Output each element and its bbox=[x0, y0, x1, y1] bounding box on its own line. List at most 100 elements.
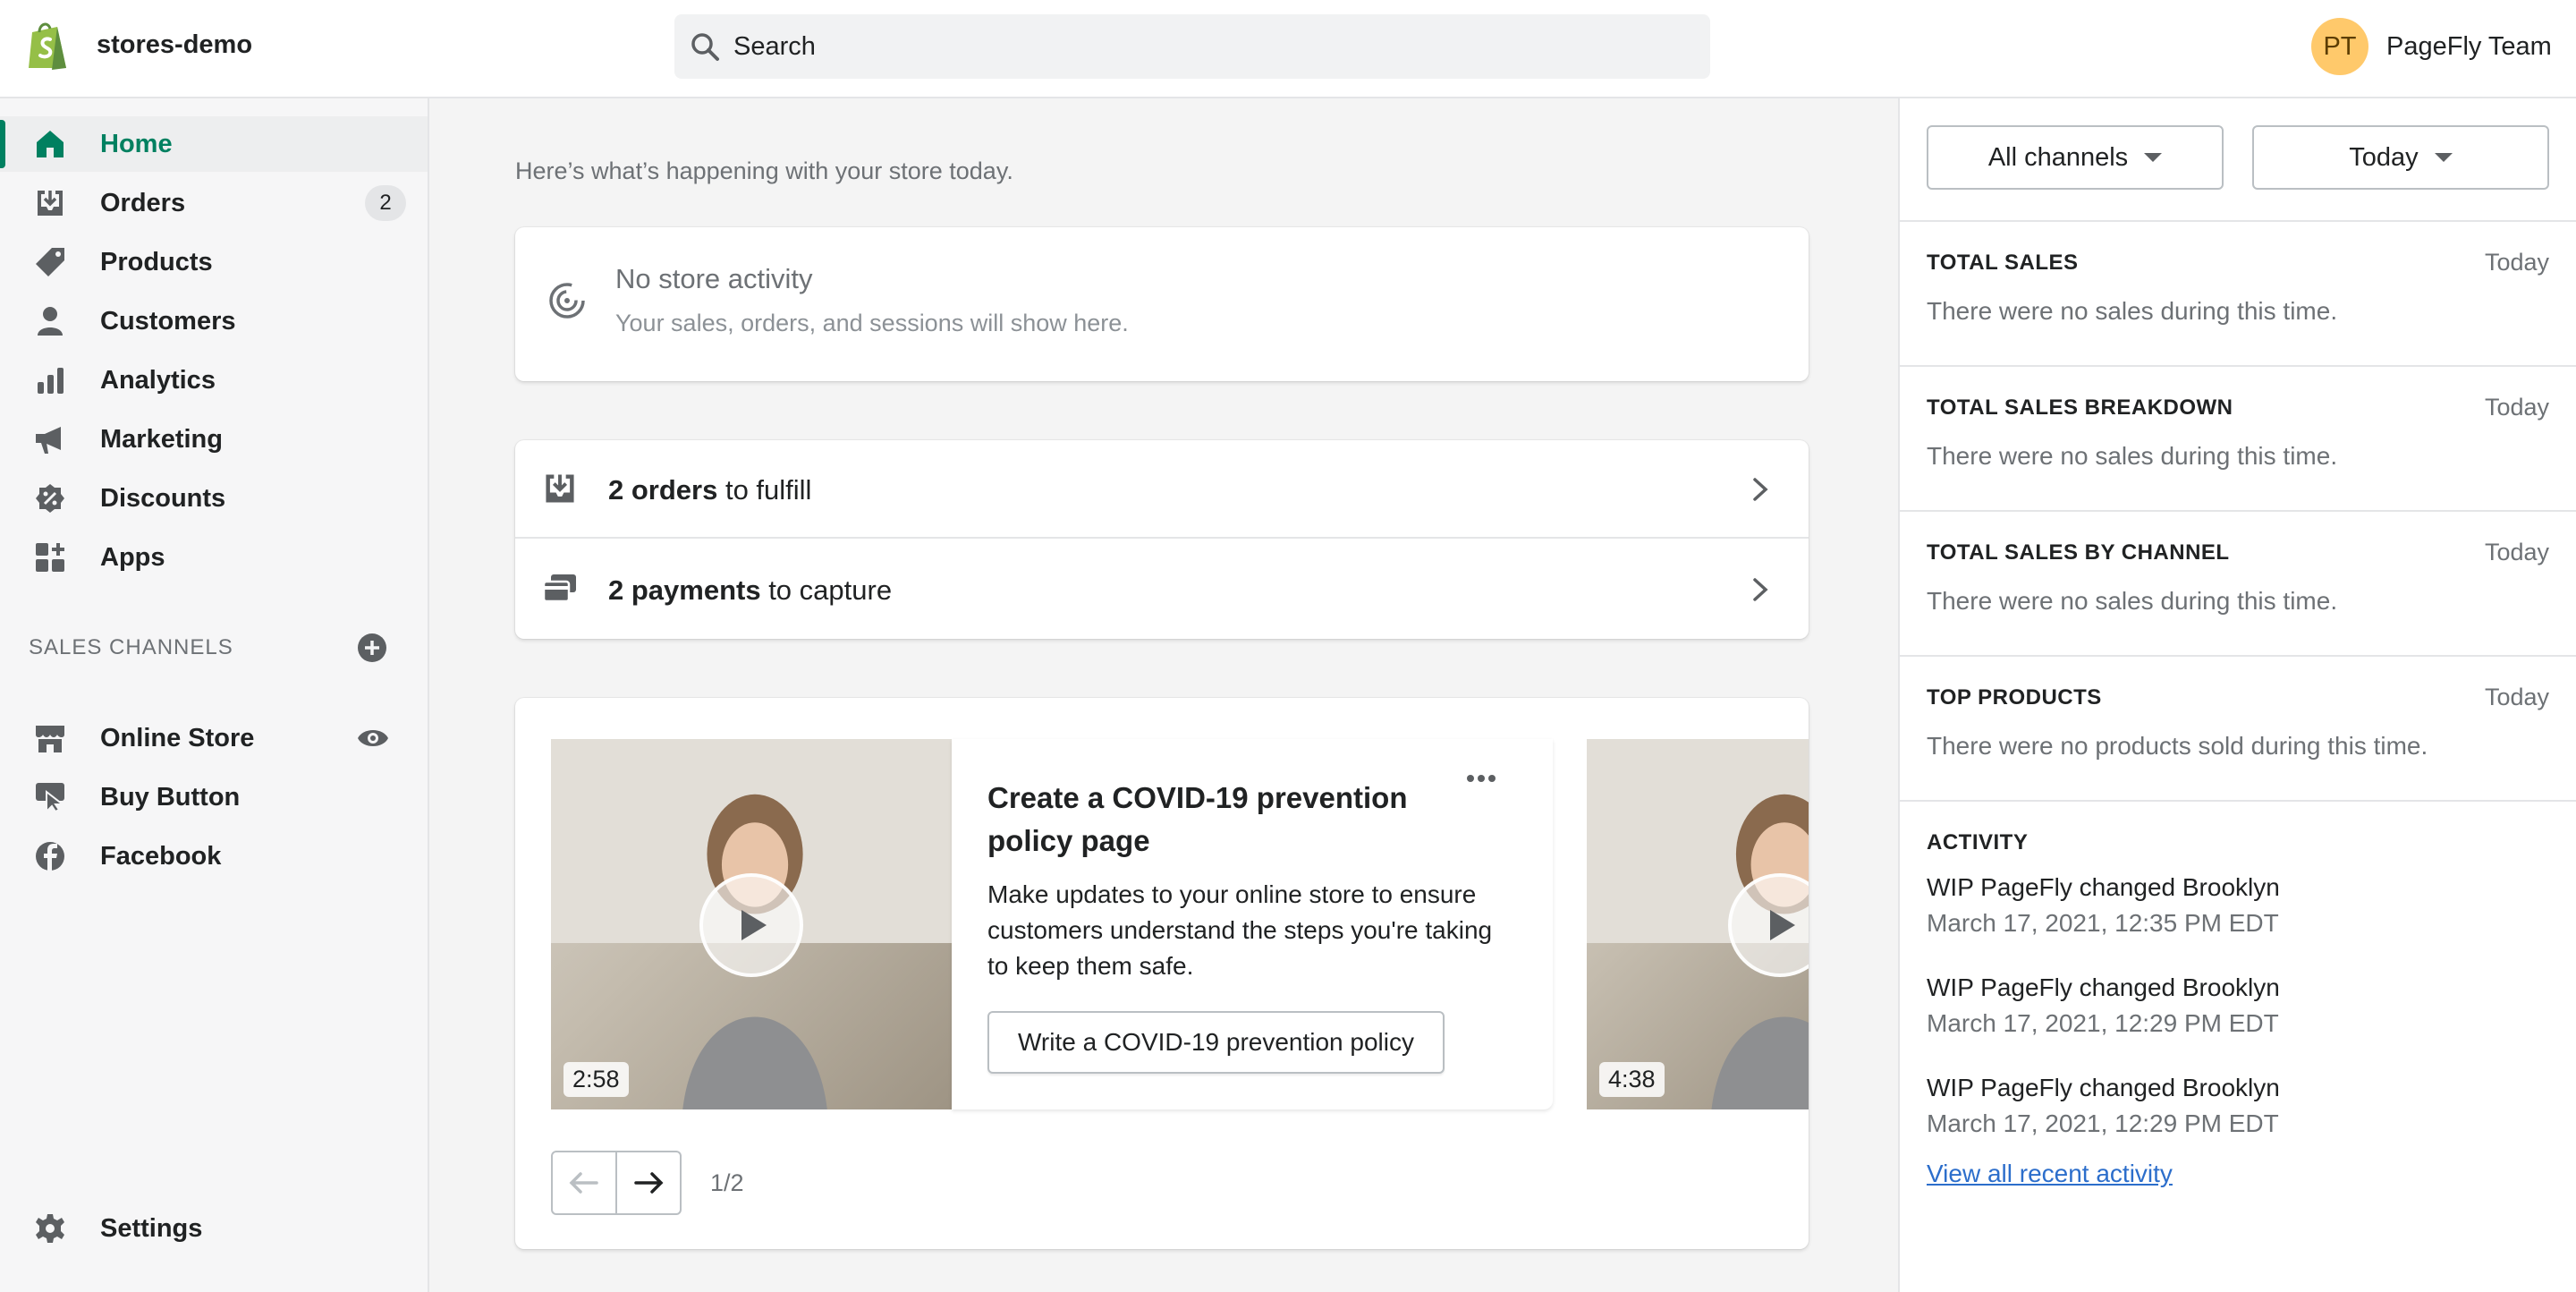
sidebar-item-buy-button[interactable]: Buy Button bbox=[0, 769, 428, 825]
sidebar-item-apps[interactable]: Apps bbox=[0, 530, 428, 585]
total-sales-metric[interactable]: TOTAL SALES Today There were no sales du… bbox=[1900, 220, 2576, 365]
sidebar-item-label: Marketing bbox=[100, 424, 223, 454]
metric-empty-text: There were no sales during this time. bbox=[1927, 297, 2338, 325]
megaphone-icon bbox=[34, 423, 66, 455]
metric-period: Today bbox=[2484, 539, 2549, 565]
activity-item[interactable]: WIP PageFly changed Brooklyn March 17, 2… bbox=[1927, 1070, 2280, 1142]
metric-label: TOP PRODUCTS bbox=[1927, 685, 2102, 710]
activity-heading: ACTIVITY bbox=[1927, 830, 2029, 854]
payment-icon bbox=[542, 571, 578, 607]
sidebar-item-label: Buy Button bbox=[100, 782, 241, 812]
date-filter-dropdown[interactable]: Today bbox=[2252, 125, 2549, 190]
discount-icon bbox=[34, 482, 66, 514]
task-text: 2 orders to fulfill bbox=[608, 474, 811, 506]
activity-pulse-icon bbox=[547, 281, 587, 320]
sidebar-item-label: Analytics bbox=[100, 365, 216, 395]
top-bar: stores-demo PT PageFly Team bbox=[0, 0, 2576, 98]
metric-empty-text: There were no products sold during this … bbox=[1927, 732, 2428, 760]
orders-to-fulfill-row[interactable]: 2 orders to fulfill bbox=[515, 440, 1809, 539]
activity-title: No store activity bbox=[615, 263, 813, 294]
sidebar-item-customers[interactable]: Customers bbox=[0, 293, 428, 349]
activity-text: WIP PageFly changed Brooklyn bbox=[1927, 873, 2280, 901]
search-input[interactable] bbox=[733, 14, 1690, 79]
user-menu[interactable]: PT PageFly Team bbox=[2311, 18, 2552, 75]
task-text: 2 payments to capture bbox=[608, 574, 892, 607]
sidebar-item-settings[interactable]: Settings bbox=[0, 1201, 428, 1256]
activity-text: WIP PageFly changed Brooklyn bbox=[1927, 1074, 2280, 1101]
video-thumbnail[interactable]: 4:38 bbox=[1587, 739, 1809, 1109]
arrow-right-icon bbox=[634, 1172, 664, 1194]
metric-empty-text: There were no sales during this time. bbox=[1927, 442, 2338, 470]
video-carousel-card: 2:58 Create a COVID-19 prevention policy… bbox=[515, 698, 1809, 1249]
main-content: Here’s what’s happening with your store … bbox=[431, 98, 1898, 1292]
sidebar-item-label: Customers bbox=[100, 306, 236, 336]
metric-empty-text: There were no sales during this time. bbox=[1927, 587, 2338, 615]
activity-text: WIP PageFly changed Brooklyn bbox=[1927, 973, 2280, 1001]
store-name[interactable]: stores-demo bbox=[97, 30, 252, 60]
avatar[interactable]: PT bbox=[2311, 18, 2368, 75]
sidebar-item-label: Discounts bbox=[100, 483, 226, 513]
task-description: to capture bbox=[760, 574, 893, 606]
search-bar[interactable] bbox=[674, 14, 1710, 79]
play-icon[interactable] bbox=[699, 873, 803, 977]
write-policy-button[interactable]: Write a COVID-19 prevention policy bbox=[987, 1011, 1445, 1074]
task-count: 2 orders bbox=[608, 474, 718, 506]
activity-time: March 17, 2021, 12:29 PM EDT bbox=[1927, 1109, 2279, 1137]
orders-icon bbox=[542, 471, 578, 506]
sidebar-item-label: Facebook bbox=[100, 841, 222, 871]
sidebar-item-marketing[interactable]: Marketing bbox=[0, 412, 428, 467]
total-sales-breakdown-metric[interactable]: TOTAL SALES BREAKDOWN Today There were n… bbox=[1900, 365, 2576, 510]
shopify-logo-icon[interactable] bbox=[25, 20, 72, 72]
apps-icon bbox=[34, 541, 66, 574]
caret-down-icon bbox=[2434, 153, 2453, 162]
sidebar-item-analytics[interactable]: Analytics bbox=[0, 353, 428, 408]
sidebar-item-label: Orders bbox=[100, 188, 186, 217]
video-thumbnail[interactable]: 2:58 bbox=[551, 739, 952, 1109]
metric-period: Today bbox=[2484, 394, 2549, 421]
video-duration: 4:38 bbox=[1599, 1062, 1665, 1097]
activity-time: March 17, 2021, 12:35 PM EDT bbox=[1927, 909, 2279, 937]
activity-subtitle: Your sales, orders, and sessions will sh… bbox=[615, 310, 1129, 336]
view-all-activity-link[interactable]: View all recent activity bbox=[1927, 1160, 2173, 1188]
top-products-metric[interactable]: TOP PRODUCTS Today There were no product… bbox=[1900, 655, 2576, 800]
carousel-pager: 1/2 bbox=[551, 1151, 744, 1215]
orders-count-badge: 2 bbox=[365, 185, 406, 221]
sidebar-item-discounts[interactable]: Discounts bbox=[0, 471, 428, 526]
sidebar-item-facebook[interactable]: Facebook bbox=[0, 829, 428, 884]
store-icon bbox=[34, 722, 66, 754]
next-button[interactable] bbox=[615, 1151, 682, 1215]
facebook-icon bbox=[34, 840, 66, 872]
gear-icon bbox=[34, 1212, 66, 1245]
greeting-text: Here’s what’s happening with your store … bbox=[515, 157, 1013, 184]
sidebar-item-online-store[interactable]: Online Store bbox=[0, 710, 428, 766]
activity-item[interactable]: WIP PageFly changed Brooklyn March 17, 2… bbox=[1927, 870, 2280, 941]
sales-channels-heading: SALES CHANNELS bbox=[29, 635, 233, 659]
video-description: Make updates to your online store to ens… bbox=[987, 880, 1493, 980]
channel-filter-dropdown[interactable]: All channels bbox=[1927, 125, 2224, 190]
eye-icon[interactable] bbox=[356, 722, 390, 754]
add-sales-channel-icon[interactable] bbox=[356, 632, 388, 664]
activity-feed: ACTIVITY WIP PageFly changed Brooklyn Ma… bbox=[1900, 800, 2576, 1292]
payments-to-capture-row[interactable]: 2 payments to capture bbox=[515, 540, 1809, 639]
sidebar-item-home[interactable]: Home bbox=[0, 116, 428, 172]
video-info-panel: Create a COVID-19 prevention policy page… bbox=[952, 739, 1553, 1109]
sidebar-item-label: Products bbox=[100, 247, 213, 276]
user-name[interactable]: PageFly Team bbox=[2386, 32, 2552, 62]
bar-chart-icon bbox=[34, 364, 66, 396]
sidebar-item-products[interactable]: Products bbox=[0, 234, 428, 290]
metric-label: TOTAL SALES bbox=[1927, 251, 2079, 275]
sidebar-item-orders[interactable]: Orders 2 bbox=[0, 175, 428, 231]
activity-item[interactable]: WIP PageFly changed Brooklyn March 17, 2… bbox=[1927, 970, 2280, 1041]
sidebar-item-label: Home bbox=[100, 129, 173, 158]
more-options-icon[interactable] bbox=[1463, 761, 1499, 796]
chevron-right-icon bbox=[1748, 576, 1773, 603]
page-indicator: 1/2 bbox=[710, 1169, 744, 1196]
channel-filter-label: All channels bbox=[1987, 142, 2129, 172]
previous-button[interactable] bbox=[551, 1151, 617, 1215]
total-sales-by-channel-metric[interactable]: TOTAL SALES BY CHANNEL Today There were … bbox=[1900, 510, 2576, 655]
activity-time: March 17, 2021, 12:29 PM EDT bbox=[1927, 1009, 2279, 1037]
metric-label: TOTAL SALES BREAKDOWN bbox=[1927, 395, 2233, 420]
tag-icon bbox=[34, 246, 66, 278]
analytics-panel: All channels Today TOTAL SALES Today The… bbox=[1898, 98, 2576, 1292]
sidebar: Home Orders 2 Products Customers Analyti… bbox=[0, 98, 429, 1292]
